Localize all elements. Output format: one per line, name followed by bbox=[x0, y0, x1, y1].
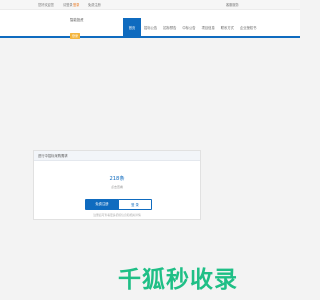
top-utility-bar: 您好欢迎您 请登录 登录 免费注册 客服服务 bbox=[0, 0, 300, 10]
nav-item-tender-forecasts[interactable]: 招标预告 bbox=[160, 18, 179, 38]
requirement-count: 218条 bbox=[109, 176, 125, 182]
main-nav: 首页 招标公告 招标预告 中标公告 项目信息 联系方式 企业授权书 bbox=[123, 18, 259, 38]
nav-item-contact[interactable]: 联系方式 bbox=[218, 18, 237, 38]
register-button[interactable]: 免费注册 bbox=[85, 199, 119, 210]
view-more-text: 点击查看 bbox=[110, 185, 123, 189]
login-prompt-text: 请登录 bbox=[63, 3, 73, 7]
procurement-card: 进行中招标采购需求 218条 点击查看 免费注册 登 录 注册后可查看更多招标信… bbox=[33, 150, 201, 220]
site-logo[interactable]: 智能投资 登录 bbox=[70, 17, 84, 41]
login-link[interactable]: 登录 bbox=[73, 0, 79, 10]
nav-item-tender-notices[interactable]: 招标公告 bbox=[141, 18, 160, 38]
nav-item-project-info[interactable]: 项目信息 bbox=[199, 18, 218, 38]
nav-item-authorization[interactable]: 企业授权书 bbox=[237, 18, 259, 38]
watermark: 千狐秒收录 bbox=[118, 260, 238, 294]
nav-item-home[interactable]: 首页 bbox=[123, 18, 141, 38]
watermark-text: 千狐秒收录 bbox=[118, 267, 238, 293]
site-header: 智能投资 登录 首页 招标公告 招标预告 中标公告 项目信息 联系方式 企业授权… bbox=[0, 10, 300, 41]
welcome-text: 您好欢迎您 bbox=[38, 3, 54, 7]
login-button[interactable]: 登 录 bbox=[118, 199, 152, 210]
customer-service-link[interactable]: 客服服务 bbox=[226, 0, 239, 10]
header-badge[interactable]: 登录 bbox=[70, 33, 81, 39]
card-title: 进行中招标采购需求 bbox=[34, 151, 200, 161]
site-name: 智能投资 bbox=[70, 18, 84, 22]
register-link[interactable]: 免费注册 bbox=[88, 0, 101, 10]
nav-item-award-notices[interactable]: 中标公告 bbox=[179, 18, 198, 38]
card-hint-text: 注册后可查看更多招标信息和相关详情 bbox=[93, 213, 141, 217]
card-button-row: 免费注册 登 录 bbox=[85, 199, 152, 210]
